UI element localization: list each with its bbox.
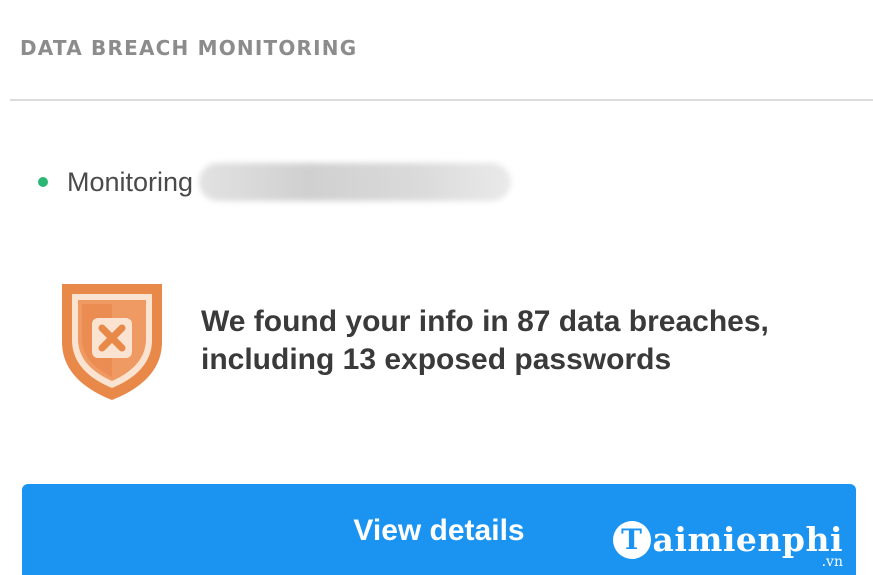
watermark-logo-icon: T	[612, 520, 651, 559]
card-header: DATA BREACH MONITORING	[0, 0, 873, 100]
monitoring-status-row: Monitoring	[38, 160, 512, 204]
watermark-brand: aimienphi	[652, 520, 843, 559]
status-dot-icon	[38, 177, 48, 187]
monitoring-label: Monitoring	[67, 166, 194, 197]
redacted-email	[199, 163, 512, 201]
breach-alert-message: We found your info in 87 data breaches, …	[201, 303, 769, 379]
breach-alert-line-2: including 13 exposed passwords	[201, 343, 672, 376]
breach-alert: We found your info in 87 data breaches, …	[58, 280, 769, 402]
shield-x-icon	[62, 284, 162, 400]
watermark: T aimienphi .vn	[612, 520, 843, 570]
card-title: DATA BREACH MONITORING	[20, 36, 358, 60]
breach-alert-line-1: We found your info in 87 data breaches,	[201, 305, 769, 338]
watermark-suffix: .vn	[821, 554, 843, 570]
header-divider	[10, 99, 873, 101]
data-breach-monitoring-card: DATA BREACH MONITORING Monitoring We fou…	[0, 0, 873, 575]
